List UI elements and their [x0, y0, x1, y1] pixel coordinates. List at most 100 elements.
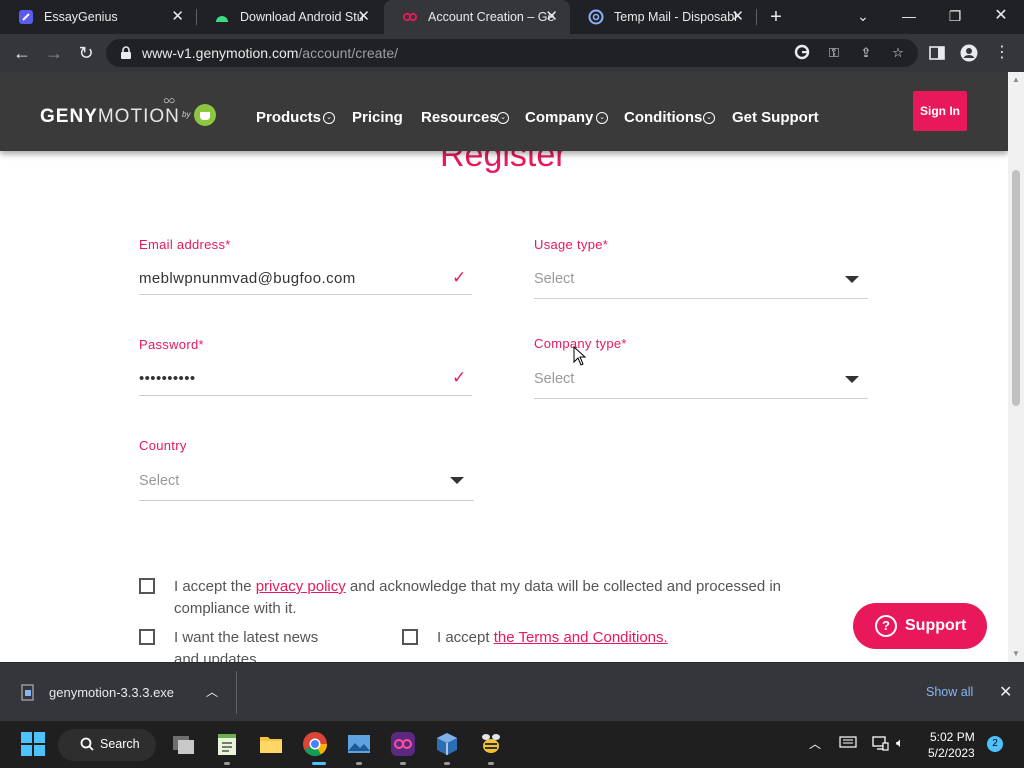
chevron-down-icon: ⌄: [596, 112, 608, 124]
key-icon[interactable]: ⚿: [824, 44, 844, 62]
company-type-select[interactable]: Select: [534, 371, 574, 387]
logo-by-text: by: [182, 110, 191, 119]
address-bar[interactable]: www-v1.genymotion.com/account/create/ ⚿ …: [106, 39, 918, 67]
tab-separator: [756, 9, 757, 25]
country-select[interactable]: Select: [139, 473, 179, 489]
close-icon[interactable]: ✕: [171, 9, 184, 24]
clock-time[interactable]: 5:02 PM: [930, 730, 975, 744]
genymotion-icon: [402, 9, 418, 25]
chevron-down-icon: ⌄: [703, 112, 715, 124]
country-label: Country: [139, 438, 187, 453]
nav-conditions[interactable]: Conditions: [624, 109, 702, 126]
scroll-up-icon[interactable]: ▲: [1012, 76, 1020, 84]
password-field[interactable]: ••••••••••: [139, 370, 196, 387]
tab-account-creation[interactable]: Account Creation – Ge ✕: [384, 0, 570, 34]
close-icon[interactable]: ✕: [357, 9, 370, 24]
share-icon[interactable]: ⇪: [856, 44, 876, 62]
scrollbar-thumb[interactable]: [1012, 170, 1020, 406]
caret-down-icon[interactable]: [845, 276, 859, 283]
terms-checkbox[interactable]: [402, 629, 418, 645]
privacy-checkbox[interactable]: [139, 578, 155, 594]
logo-oo-mark: ○○: [163, 95, 175, 107]
volume-icon[interactable]: 🔈︎: [896, 735, 904, 751]
photos-app-icon[interactable]: [346, 731, 372, 757]
bookmark-star-icon[interactable]: ☆: [888, 44, 908, 62]
active-indicator: [312, 762, 326, 765]
windows-start-icon[interactable]: [20, 731, 46, 757]
terms-link[interactable]: the Terms and Conditions.: [494, 629, 668, 646]
genymotion-logo[interactable]: GENYMOTION: [40, 106, 180, 128]
taskbar-search[interactable]: Search: [58, 729, 156, 761]
nav-pricing[interactable]: Pricing: [352, 109, 403, 126]
google-icon[interactable]: [792, 44, 812, 62]
notification-badge[interactable]: 2: [987, 736, 1003, 752]
bee-app-icon[interactable]: [478, 731, 504, 757]
task-view-icon[interactable]: [170, 731, 196, 757]
chevron-down-icon: ⌄: [497, 112, 509, 124]
tab-title: Account Creation – Ge: [428, 10, 555, 24]
logo-badge-icon: [194, 104, 216, 126]
keyboard-icon[interactable]: [839, 736, 857, 751]
side-panel-icon[interactable]: [926, 42, 948, 64]
tab-title: Download Android Stu: [240, 10, 364, 24]
page-scrollbar[interactable]: ▲ ▼: [1008, 72, 1024, 662]
file-explorer-icon[interactable]: [258, 731, 284, 757]
chrome-app-icon[interactable]: [302, 731, 328, 757]
profile-icon[interactable]: [958, 42, 980, 64]
email-label: Email address*: [139, 237, 231, 252]
restore-icon[interactable]: ❐: [941, 4, 969, 28]
virtualbox-app-icon[interactable]: [434, 731, 460, 757]
close-icon[interactable]: ✕: [999, 682, 1012, 702]
download-item[interactable]: genymotion-3.3.3.exe: [49, 685, 174, 700]
mouse-cursor-icon: [573, 345, 587, 371]
close-icon[interactable]: ✕: [731, 9, 744, 24]
tab-title: Temp Mail - Disposabl: [614, 10, 737, 24]
url-text: www-v1.genymotion.com/account/create/: [142, 45, 398, 61]
email-underline: [139, 294, 472, 295]
close-icon[interactable]: ✕: [545, 9, 558, 24]
tab-search-chevron-icon[interactable]: ⌄: [849, 4, 877, 28]
caret-down-icon[interactable]: [845, 376, 859, 383]
tab-android-studio[interactable]: Download Android Stu ✕: [196, 0, 382, 34]
minimize-icon[interactable]: —: [895, 4, 923, 28]
reload-icon[interactable]: ↻: [74, 41, 98, 65]
tray-overflow-chevron-icon[interactable]: ︿: [809, 735, 821, 752]
browser-toolbar: ← → ↻ www-v1.genymotion.com/account/crea…: [0, 34, 1024, 72]
usage-type-label: Usage type*: [534, 237, 609, 252]
search-label: Search: [100, 737, 140, 751]
running-indicator: [488, 762, 494, 765]
show-all-link[interactable]: Show all: [926, 685, 973, 699]
new-tab-icon[interactable]: +: [765, 6, 787, 28]
windows-taskbar: Search ︿ 🔈︎ 5:02 PM 5/2/2023 2: [0, 721, 1024, 768]
newsletter-checkbox[interactable]: [139, 629, 155, 645]
caret-down-icon[interactable]: [450, 477, 464, 484]
email-field[interactable]: meblwpnunmvad@bugfoo.com: [139, 270, 356, 287]
company-type-underline: [534, 398, 868, 399]
clock-date[interactable]: 5/2/2023: [928, 746, 975, 760]
network-icon[interactable]: [871, 735, 889, 754]
notepad-app-icon[interactable]: [214, 731, 240, 757]
tab-essaygenius[interactable]: EssayGenius ✕: [0, 0, 196, 34]
chevron-up-icon[interactable]: ︿: [206, 683, 218, 700]
essaygenius-icon: [18, 9, 34, 25]
web-page: GENYMOTION ○○ by Products ⌄ Pricing Reso…: [0, 72, 1008, 662]
menu-kebab-icon[interactable]: ⋮: [991, 42, 1013, 64]
support-label: Support: [905, 617, 967, 634]
nav-resources[interactable]: Resources: [421, 109, 498, 126]
privacy-policy-link[interactable]: privacy policy: [256, 578, 346, 595]
nav-company[interactable]: Company: [525, 109, 593, 126]
genymotion-app-icon[interactable]: [390, 731, 416, 757]
scroll-down-icon[interactable]: ▼: [1012, 650, 1020, 658]
tab-temp-mail[interactable]: Temp Mail - Disposabl ✕: [570, 0, 756, 34]
download-separator: [236, 671, 237, 714]
nav-products[interactable]: Products: [256, 109, 321, 126]
running-indicator: [224, 762, 230, 765]
forward-icon[interactable]: →: [42, 41, 66, 65]
back-icon[interactable]: ←: [10, 41, 34, 65]
window-close-icon[interactable]: ✕: [987, 4, 1015, 28]
privacy-consent-text: I accept the privacy policy and acknowle…: [174, 578, 782, 617]
nav-get-support[interactable]: Get Support: [732, 109, 819, 126]
support-button[interactable]: ? Support: [853, 603, 987, 649]
usage-type-select[interactable]: Select: [534, 271, 574, 287]
sign-in-button[interactable]: Sign In: [913, 91, 967, 131]
